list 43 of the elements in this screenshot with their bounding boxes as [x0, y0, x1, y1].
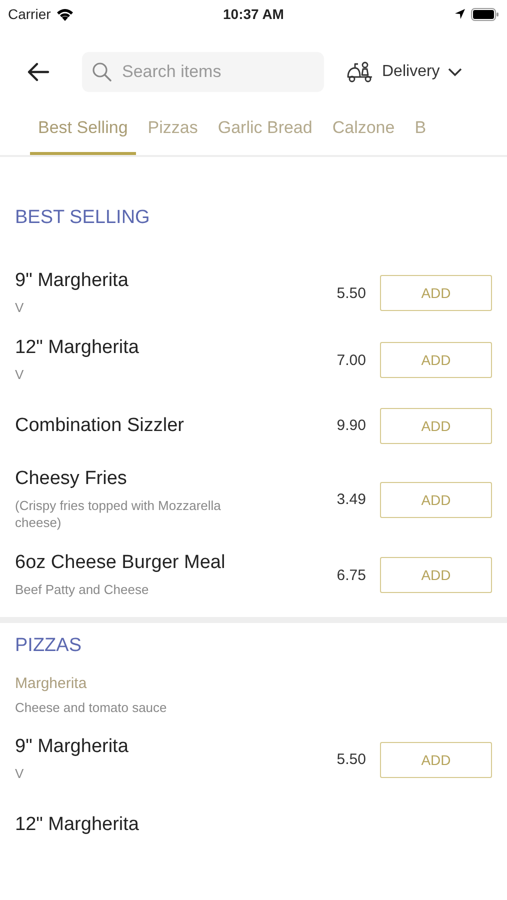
item-name: 12" Margherita: [15, 336, 140, 359]
item-name: 9" Margherita: [15, 270, 130, 292]
subcategory-title: Margherita: [15, 675, 88, 692]
carrier-label: Carrier: [8, 6, 51, 22]
item-price: 6.75: [336, 566, 366, 584]
add-button[interactable]: ADD: [380, 482, 492, 518]
item-name: 12" Margherita: [15, 814, 140, 836]
add-button[interactable]: ADD: [380, 557, 492, 593]
item-description: V: [15, 766, 25, 784]
item-name: Cheesy Fries: [15, 468, 128, 490]
status-time: 10:37 AM: [223, 6, 284, 22]
chevron-down-icon: [448, 68, 462, 76]
add-button[interactable]: ADD: [380, 742, 492, 778]
category-tab[interactable]: Garlic Bread: [210, 108, 320, 155]
category-tab[interactable]: Pizzas: [140, 108, 206, 155]
item-description: V: [15, 300, 25, 317]
category-tab[interactable]: B: [406, 108, 434, 155]
item-price: 3.49: [336, 491, 366, 508]
item-name: 6oz Cheese Burger Meal: [15, 552, 226, 574]
location-icon: [454, 8, 466, 20]
add-button[interactable]: ADD: [380, 275, 492, 312]
item-price: 9.90: [336, 417, 366, 434]
item-name: 9" Margherita: [15, 736, 130, 758]
item-description: V: [15, 366, 25, 384]
item-price: 5.50: [336, 284, 366, 302]
item-description: Beef Patty and Cheese: [15, 582, 150, 598]
section-heading: PIZZAS: [15, 635, 83, 658]
item-price: 5.50: [336, 751, 366, 768]
battery-icon: [471, 8, 499, 20]
category-tab[interactable]: Best Selling: [30, 108, 136, 155]
section-heading: BEST SELLING: [15, 207, 151, 229]
item-price: 7.00: [336, 352, 366, 369]
search-field[interactable]: Search items: [82, 52, 324, 92]
add-button[interactable]: ADD: [380, 408, 492, 444]
scooter-icon: [346, 61, 374, 83]
category-tab[interactable]: Calzone: [324, 108, 403, 155]
item-name: Combination Sizzler: [15, 414, 185, 437]
delivery-dropdown[interactable]: Delivery: [342, 57, 466, 87]
wifi-icon: [56, 8, 74, 20]
add-button[interactable]: ADD: [380, 342, 492, 378]
search-icon: [92, 62, 112, 82]
item-description: (Crispy fries topped with Mozzarella cheese): [15, 498, 222, 532]
subcategory-description: Cheese and tomato sauce: [15, 700, 168, 716]
